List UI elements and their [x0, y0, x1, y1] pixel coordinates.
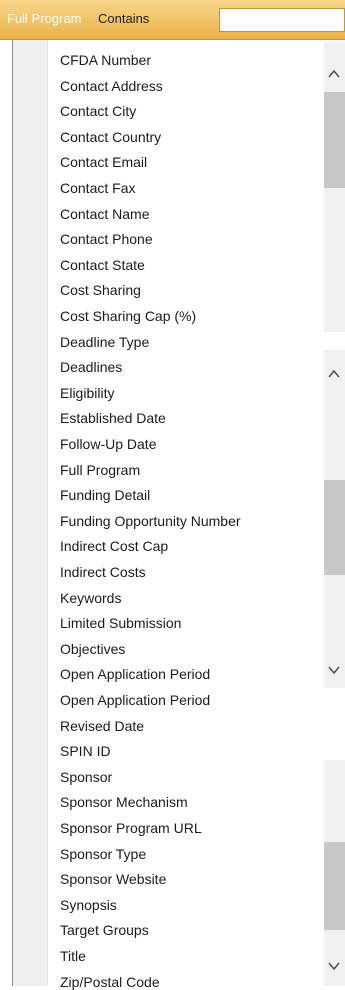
- field-option[interactable]: Target Groups: [60, 922, 149, 938]
- field-option[interactable]: SPIN ID: [60, 743, 111, 759]
- field-option[interactable]: Contact State: [60, 257, 145, 273]
- field-option[interactable]: Funding Opportunity Number: [60, 513, 241, 529]
- field-option[interactable]: Open Application Period: [60, 666, 210, 682]
- field-option[interactable]: Indirect Costs: [60, 564, 146, 580]
- chevron-up-icon[interactable]: [328, 368, 340, 380]
- chevron-up-icon[interactable]: [328, 68, 340, 80]
- field-option[interactable]: Follow-Up Date: [60, 436, 156, 452]
- field-option[interactable]: Contact Country: [60, 129, 161, 145]
- field-option[interactable]: Deadline Type: [60, 334, 149, 350]
- field-option[interactable]: Zip/Postal Code: [60, 974, 160, 990]
- field-option[interactable]: CFDA Number: [60, 52, 151, 68]
- list-gutter: [12, 40, 48, 986]
- field-option[interactable]: Cost Sharing Cap (%): [60, 308, 196, 324]
- upper-scrollbar[interactable]: [324, 42, 345, 332]
- middle-scrollbar-thumb[interactable]: [324, 480, 345, 575]
- field-option[interactable]: Deadlines: [60, 359, 122, 375]
- middle-scrollbar[interactable]: [324, 350, 345, 688]
- field-option[interactable]: Title: [60, 948, 86, 964]
- field-option[interactable]: Limited Submission: [60, 615, 181, 631]
- chevron-down-icon[interactable]: [328, 664, 340, 676]
- field-option[interactable]: Contact Fax: [60, 180, 135, 196]
- field-option[interactable]: Synopsis: [60, 897, 117, 913]
- field-option[interactable]: Funding Detail: [60, 487, 150, 503]
- field-option[interactable]: Keywords: [60, 590, 121, 606]
- filter-operator-label[interactable]: Contains: [98, 11, 149, 26]
- chevron-down-icon[interactable]: [328, 960, 340, 972]
- field-option[interactable]: Sponsor Type: [60, 846, 146, 862]
- field-option[interactable]: Contact Address: [60, 78, 163, 94]
- filter-value-input[interactable]: [219, 8, 345, 32]
- filter-field-label[interactable]: Full Program: [7, 11, 81, 26]
- field-option[interactable]: Cost Sharing: [60, 282, 141, 298]
- field-option[interactable]: Objectives: [60, 641, 125, 657]
- field-option[interactable]: Sponsor: [60, 769, 112, 785]
- field-option[interactable]: Full Program: [60, 462, 140, 478]
- field-option[interactable]: Sponsor Program URL: [60, 820, 202, 836]
- field-option[interactable]: Sponsor Website: [60, 871, 166, 887]
- upper-scrollbar-thumb[interactable]: [324, 92, 345, 188]
- lower-scrollbar-thumb[interactable]: [324, 842, 345, 930]
- field-option[interactable]: Established Date: [60, 410, 166, 426]
- field-option[interactable]: Eligibility: [60, 385, 114, 401]
- field-option[interactable]: Contact City: [60, 103, 136, 119]
- field-option[interactable]: Contact Phone: [60, 231, 153, 247]
- filter-bar: Full Program Contains: [0, 0, 345, 40]
- lower-scrollbar[interactable]: [324, 760, 345, 986]
- field-options-list: CFDA Number Contact Address Contact City Co…: [48, 40, 324, 990]
- field-option[interactable]: Contact Email: [60, 154, 147, 170]
- field-option[interactable]: Revised Date: [60, 718, 144, 734]
- field-option[interactable]: Sponsor Mechanism: [60, 794, 188, 810]
- field-option[interactable]: Open Application Period: [60, 692, 210, 708]
- field-option[interactable]: Contact Name: [60, 206, 149, 222]
- field-option[interactable]: Indirect Cost Cap: [60, 538, 168, 554]
